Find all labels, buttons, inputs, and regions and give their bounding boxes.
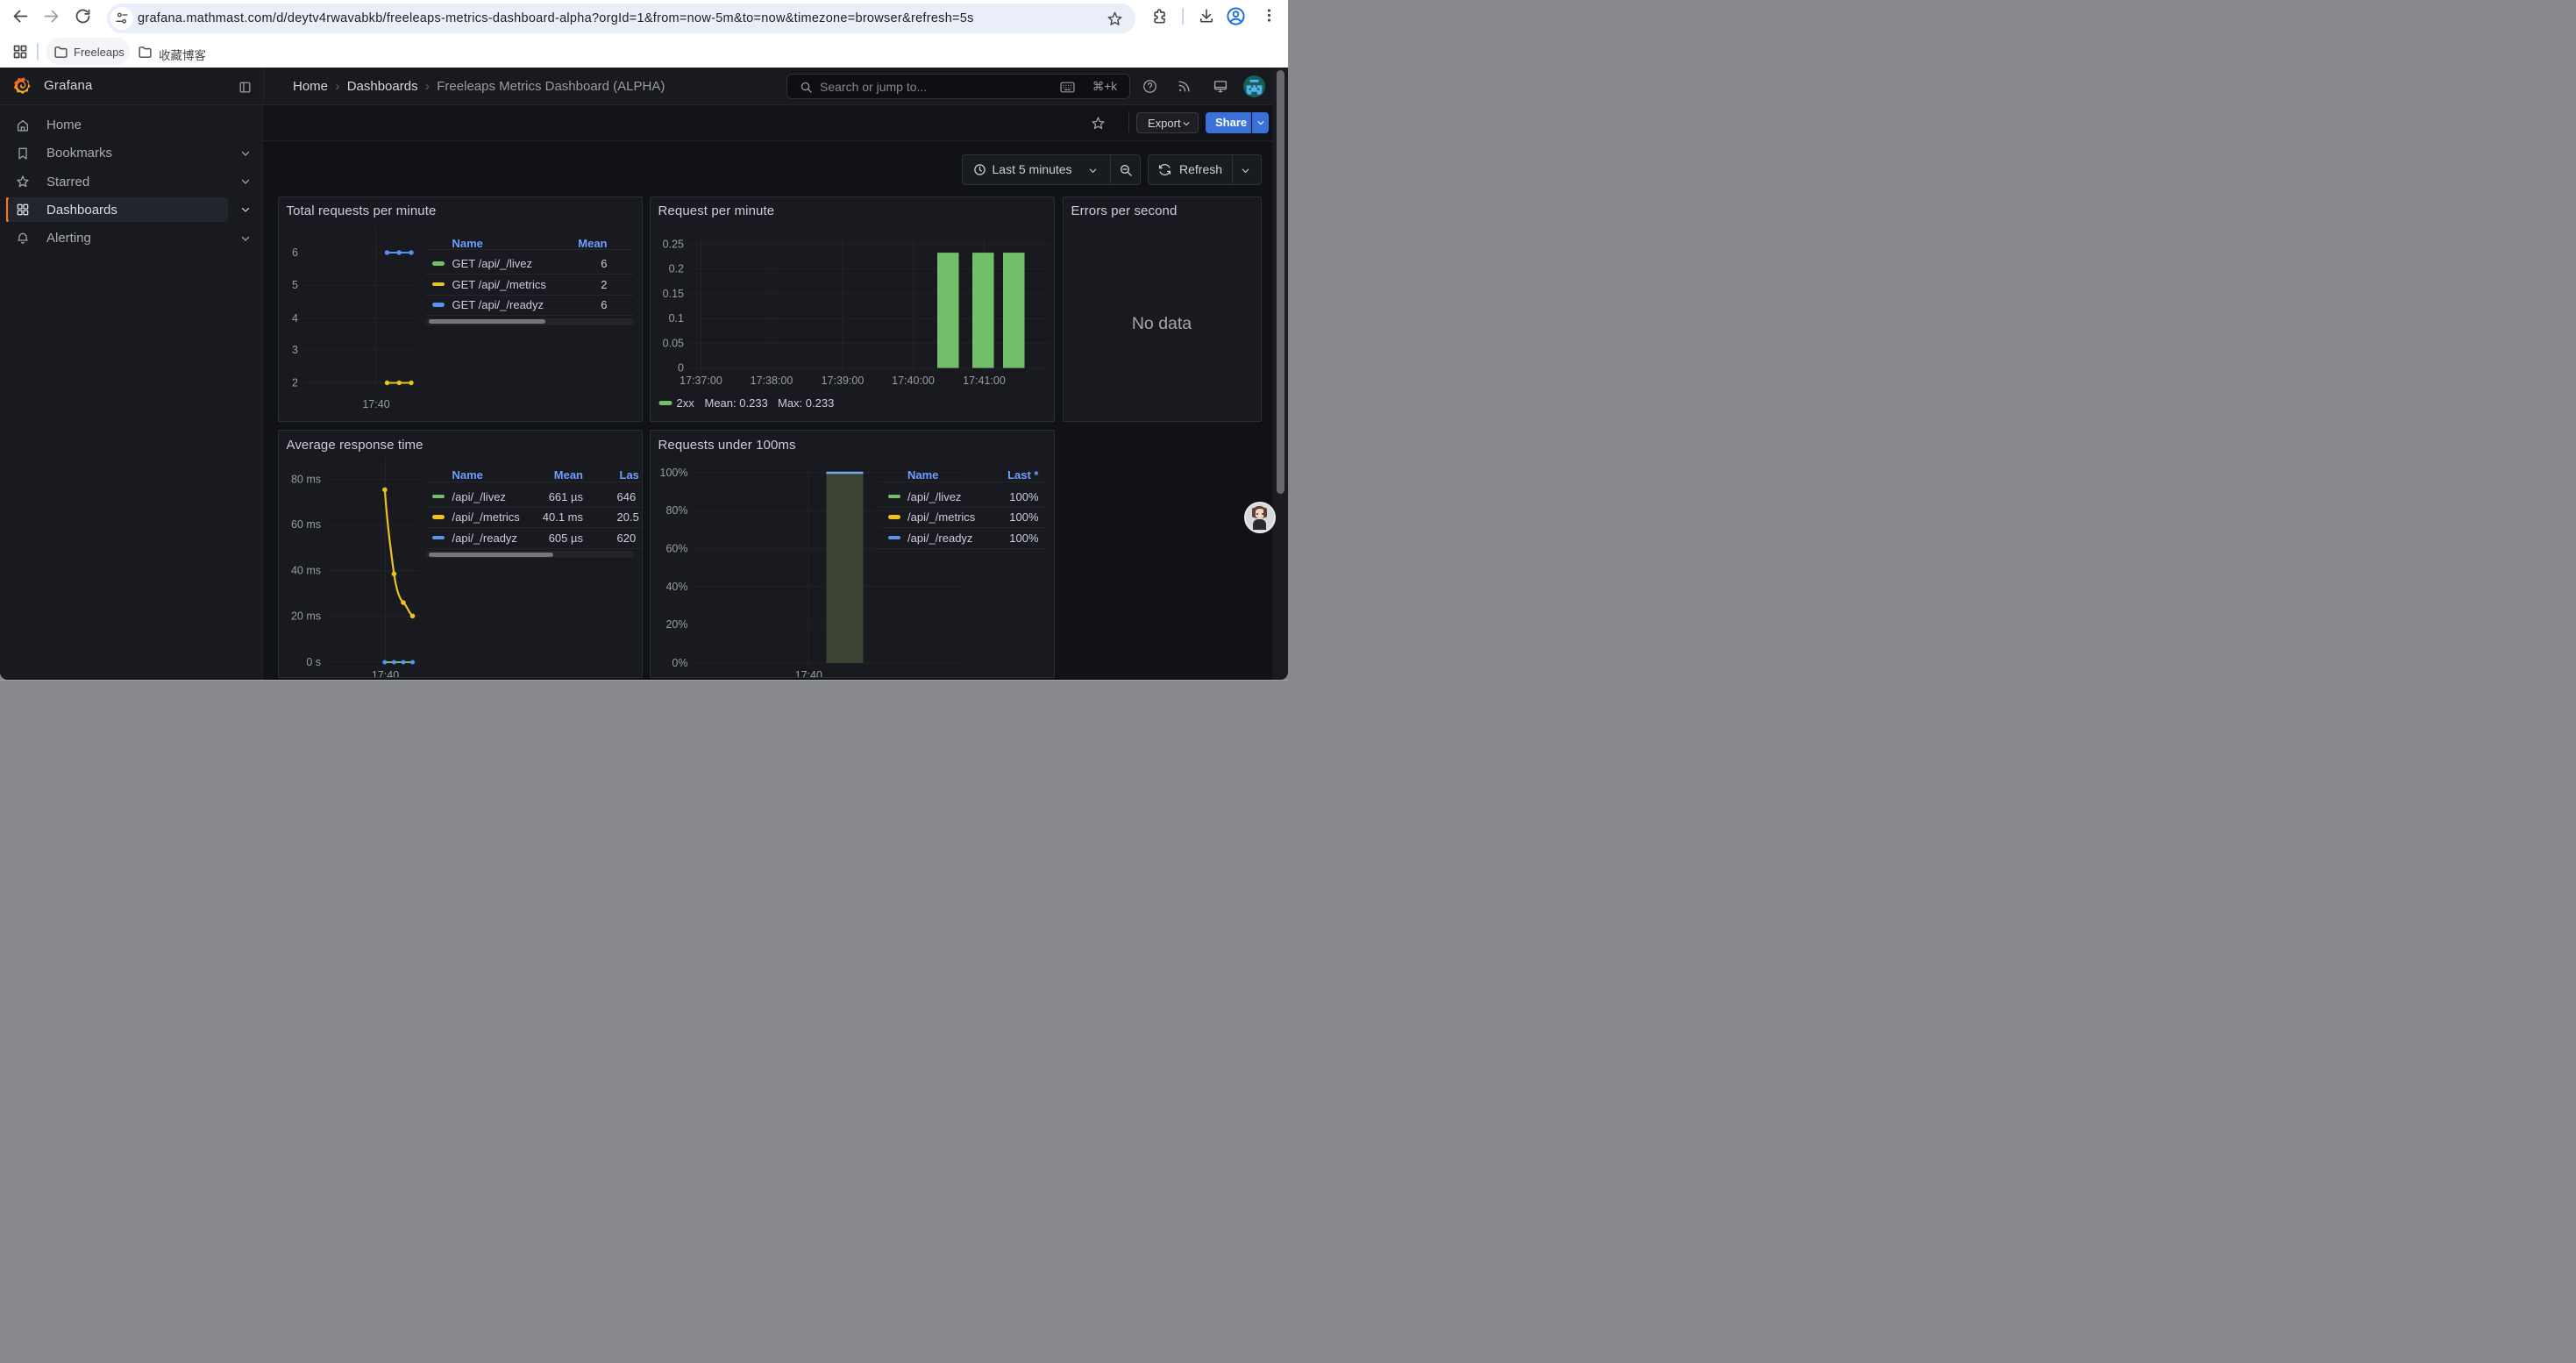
svg-text:Mean: 0.233: Mean: 0.233 [704, 396, 767, 410]
svg-text:0.05: 0.05 [662, 337, 683, 349]
svg-text:6: 6 [292, 246, 298, 259]
svg-text:4: 4 [292, 312, 298, 325]
svg-text:60 ms: 60 ms [290, 518, 320, 531]
svg-text:17:40: 17:40 [794, 669, 822, 677]
svg-text:17:39:00: 17:39:00 [821, 375, 864, 387]
svg-text:40%: 40% [665, 581, 687, 593]
svg-text:40 ms: 40 ms [290, 565, 320, 577]
svg-text:0.1: 0.1 [668, 312, 683, 325]
svg-text:17:40: 17:40 [371, 669, 398, 677]
svg-text:17:40: 17:40 [362, 398, 389, 410]
svg-text:2: 2 [292, 376, 298, 389]
svg-text:Max: 0.233: Max: 0.233 [778, 396, 834, 410]
svg-text:100%: 100% [659, 467, 687, 479]
svg-text:20%: 20% [665, 618, 687, 631]
svg-text:60%: 60% [665, 543, 687, 555]
svg-text:5: 5 [292, 279, 298, 291]
svg-text:17:37:00: 17:37:00 [680, 375, 722, 387]
svg-text:3: 3 [292, 344, 298, 356]
svg-text:80%: 80% [665, 504, 687, 517]
svg-text:17:41:00: 17:41:00 [963, 375, 1006, 387]
svg-text:0%: 0% [672, 657, 687, 669]
svg-text:0 s: 0 s [306, 656, 321, 668]
svg-text:80 ms: 80 ms [290, 473, 320, 485]
svg-text:0.2: 0.2 [668, 262, 683, 275]
svg-text:17:40:00: 17:40:00 [892, 375, 935, 387]
svg-text:0.15: 0.15 [662, 287, 683, 299]
svg-text:20 ms: 20 ms [290, 610, 320, 623]
svg-text:2xx: 2xx [676, 396, 694, 410]
svg-text:17:38:00: 17:38:00 [750, 375, 793, 387]
svg-text:0.25: 0.25 [662, 238, 683, 250]
svg-text:0: 0 [678, 361, 684, 374]
